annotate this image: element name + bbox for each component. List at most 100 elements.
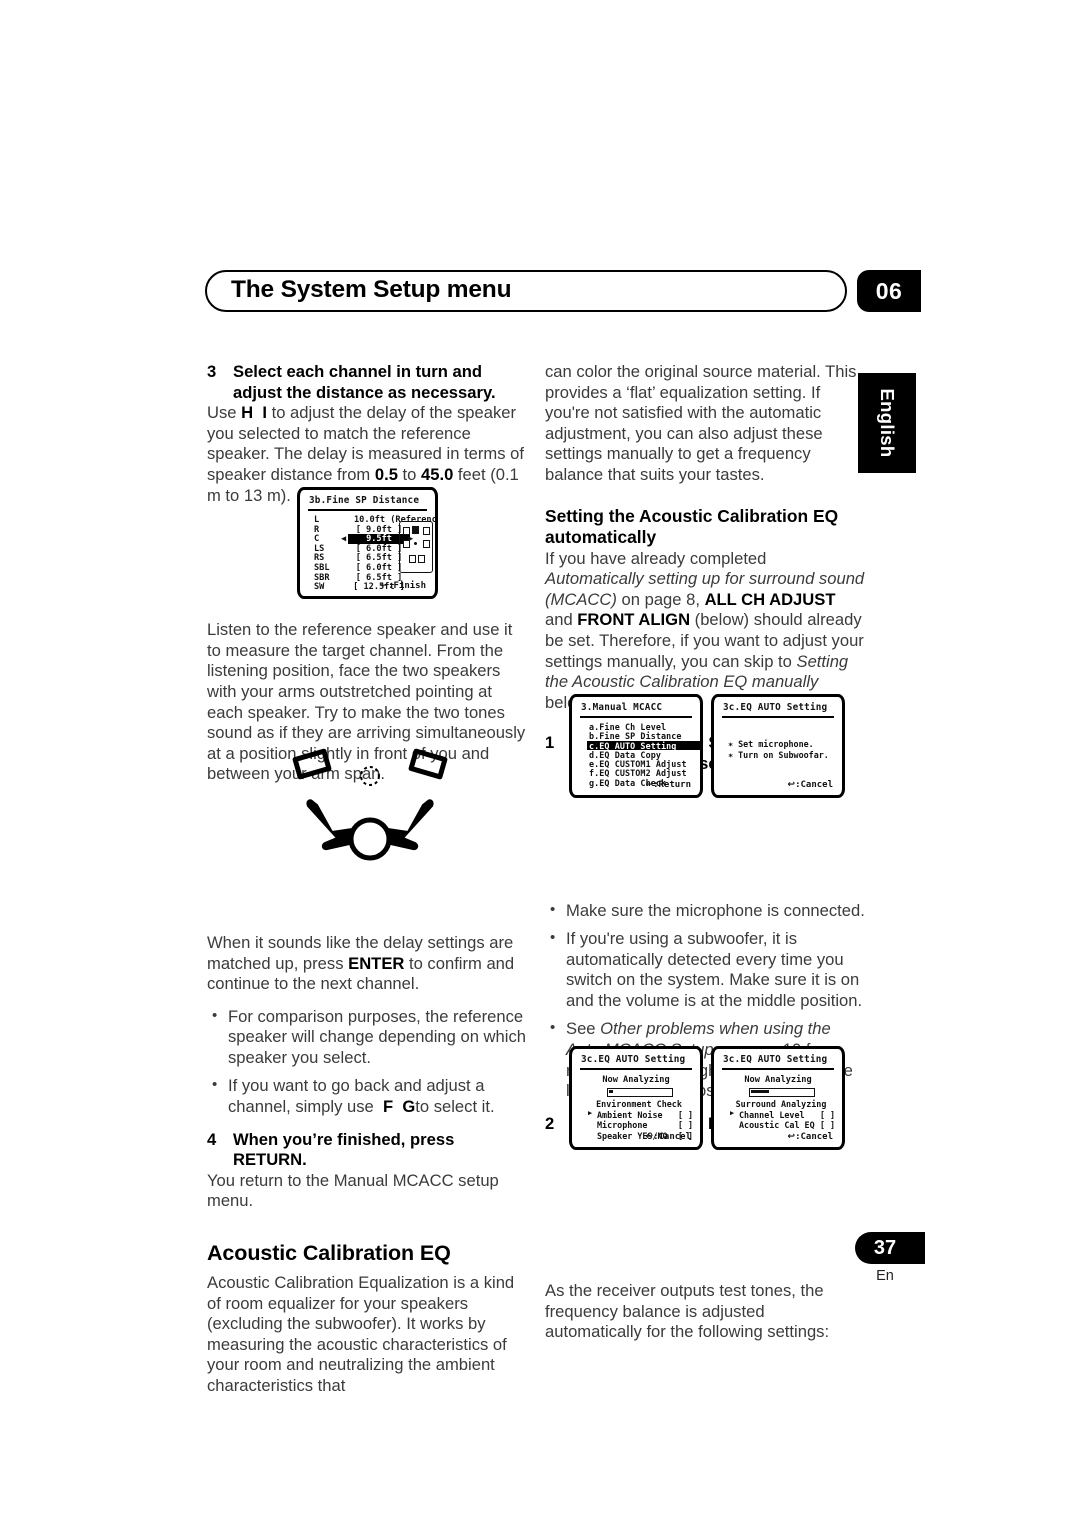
osd-title-rule	[308, 509, 427, 511]
heading-setting-eq-automatically: Setting the Acoustic Calibration EQ auto…	[545, 505, 839, 548]
auto-p3: and	[545, 610, 578, 630]
distance-max: 45.0	[421, 464, 454, 484]
osd-manual-mcacc: 3.Manual MCACC a.Fine Ch Level b.Fine SP …	[569, 694, 703, 798]
right-column: can color the original source material. …	[545, 362, 865, 1343]
left-bullet-list: For comparison purposes, the reference s…	[207, 1006, 527, 1118]
step-4-title: When you’re finished, press RETURN.	[233, 1129, 455, 1170]
enter-key-label: ENTER	[348, 953, 405, 973]
when-matched-paragraph: When it sounds like the delay settings a…	[207, 933, 527, 995]
channel-label: C	[314, 534, 320, 545]
osd-footer-label: :Finish	[388, 581, 426, 591]
osd-footer-label: :Cancel	[795, 1132, 833, 1142]
return-icon: ↩	[787, 780, 796, 790]
caret-left-icon[interactable]: ◀	[341, 534, 346, 544]
osd-title-rule	[722, 716, 834, 718]
language-tab: English	[858, 373, 916, 473]
analyzing-row-status: [ ]	[677, 1109, 693, 1120]
analyzing-group-heading: Surround Analyzing	[735, 1099, 827, 1109]
return-icon: ↩	[787, 1132, 796, 1142]
menu-item[interactable]: d.EQ Data Copy	[589, 750, 700, 760]
analyzing-row: Microphone [ ]	[583, 1120, 695, 1131]
tail-paragraph: As the receiver outputs test tones, the …	[545, 1281, 830, 1342]
progress-bar-fill	[609, 1090, 613, 1093]
return-icon: ↩	[380, 581, 389, 591]
analyzing-row: ▶ Channel Level [ ]	[725, 1109, 837, 1121]
list-item: Make sure the microphone is connected.	[545, 900, 865, 922]
page-title: The System Setup menu	[231, 276, 512, 303]
channel-label: RS	[314, 553, 325, 564]
channel-label: L	[314, 515, 320, 525]
distance-between: to	[397, 464, 421, 484]
analyzing-row-label: Acoustic Cal EQ	[739, 1120, 815, 1130]
analyzing-row-status: [ ]	[819, 1109, 835, 1120]
bullet-3-p1: See	[566, 1019, 601, 1039]
menu-item[interactable]: f.EQ CUSTOM2 Adjust	[589, 768, 700, 778]
menu-item[interactable]: b.Fine SP Distance	[589, 731, 700, 741]
remote-control-icon	[399, 521, 433, 573]
analyzing-row-status: [ ]	[677, 1120, 693, 1130]
osd-now-analyzing-surround: 3c.EQ AUTO Setting Now Analyzing Surroun…	[711, 1046, 845, 1150]
analyzing-group-2: Surround Analyzing ▶ Channel Level[ ] Acous…	[725, 1099, 837, 1131]
osd-footer-label: :Return	[653, 780, 691, 790]
step-3-number: 3	[207, 362, 217, 381]
auto-intro-paragraph: If you have already completed Automatica…	[545, 549, 865, 714]
osd-title-rule	[722, 1068, 834, 1070]
channel-label: SW	[314, 582, 325, 593]
step-3-title: Select each channel in turn and adjust t…	[233, 362, 496, 402]
list-item: If you're using a subwoofer, it is autom…	[545, 928, 865, 1011]
cursor-down-icon: G	[402, 1097, 416, 1117]
osd-prompt-lines: ∗ Set microphone. ∗ Turn on Subwoofar.	[728, 739, 829, 761]
chapter-badge-bleed	[901, 270, 921, 312]
osd-footer-label: :Cancel	[795, 780, 833, 790]
heading-acoustic-calibration-eq: Acoustic Calibration EQ	[207, 1241, 451, 1266]
osd-eq-auto-setting-prompt: 3c.EQ AUTO Setting ∗ Set microphone. ∗ Tu…	[711, 694, 845, 798]
menu-item[interactable]: a.Fine Ch Level	[589, 722, 700, 732]
selection-marker-icon: ▶	[588, 1109, 593, 1117]
osd-footer: ↩:Cancel	[788, 780, 833, 790]
front-align-label: FRONT ALIGN	[577, 610, 691, 630]
osd-title-rule	[580, 1068, 692, 1070]
osd-title: 3c.EQ AUTO Setting	[723, 1054, 828, 1065]
listening-position-diagram	[280, 742, 460, 862]
step-2-number: 2	[545, 1113, 555, 1133]
step-3: 3 Select each channel in turn and adjust…	[207, 362, 527, 403]
analyzing-row-label: Microphone	[597, 1120, 648, 1130]
menu-item[interactable]: e.EQ CUSTOM1 Adjust	[589, 759, 700, 769]
osd-footer: ↩:Finish	[381, 581, 426, 591]
osd-title: 3.Manual MCACC	[581, 702, 663, 713]
auto-p1: If you have already completed	[545, 548, 767, 568]
page-folio: 37 En	[855, 1232, 925, 1284]
step-1-number: 1	[545, 733, 555, 753]
step-4-number: 4	[207, 1129, 217, 1149]
cursor-left-icon: H	[241, 403, 254, 423]
language-tab-label: English	[877, 388, 898, 458]
analyzing-row-label: Ambient Noise	[597, 1109, 663, 1120]
osd-footer: ↩:Cancel	[646, 1132, 691, 1142]
channel-label: SBL	[314, 562, 330, 573]
menu-item[interactable]: c.EQ AUTO Setting	[587, 740, 700, 751]
progress-bar-fill	[751, 1090, 769, 1093]
step-4: 4 When you’re finished, press RETURN.	[207, 1130, 527, 1171]
running-head: The System Setup menu 06	[205, 270, 921, 312]
cursor-up-icon: F	[382, 1097, 394, 1117]
return-icon: ↩	[645, 1132, 654, 1142]
osd-footer: ↩:Cancel	[788, 1132, 833, 1142]
now-analyzing-label: Now Analyzing	[744, 1075, 812, 1085]
acoustic-calibration-paragraph: Acoustic Calibration Equalization is a k…	[207, 1273, 515, 1395]
return-icon: ↩	[645, 780, 654, 790]
now-analyzing-label: Now Analyzing	[602, 1075, 670, 1085]
osd-now-analyzing-environment: 3c.EQ AUTO Setting Now Analyzing Environ…	[569, 1046, 703, 1150]
osd-title: 3c.EQ AUTO Setting	[581, 1054, 686, 1065]
step-3-body-pre: Use	[207, 403, 242, 423]
analyzing-row: Acoustic Cal EQ [ ]	[725, 1120, 837, 1131]
osd-title: 3c.EQ AUTO Setting	[723, 702, 828, 713]
list-item: For comparison purposes, the reference s…	[207, 1006, 527, 1069]
analyzing-row-label: Channel Level	[739, 1109, 805, 1120]
channel-label: R	[314, 524, 320, 535]
analyzing-row: ▶ Ambient Noise [ ]	[583, 1109, 695, 1121]
continued-paragraph: can color the original source material. …	[545, 362, 857, 484]
distance-min: 0.5	[374, 464, 398, 484]
list-item: If you want to go back and adjust a chan…	[207, 1075, 527, 1117]
selection-marker-icon: ▶	[730, 1109, 735, 1117]
osd-footer: ↩:Return	[646, 780, 691, 790]
